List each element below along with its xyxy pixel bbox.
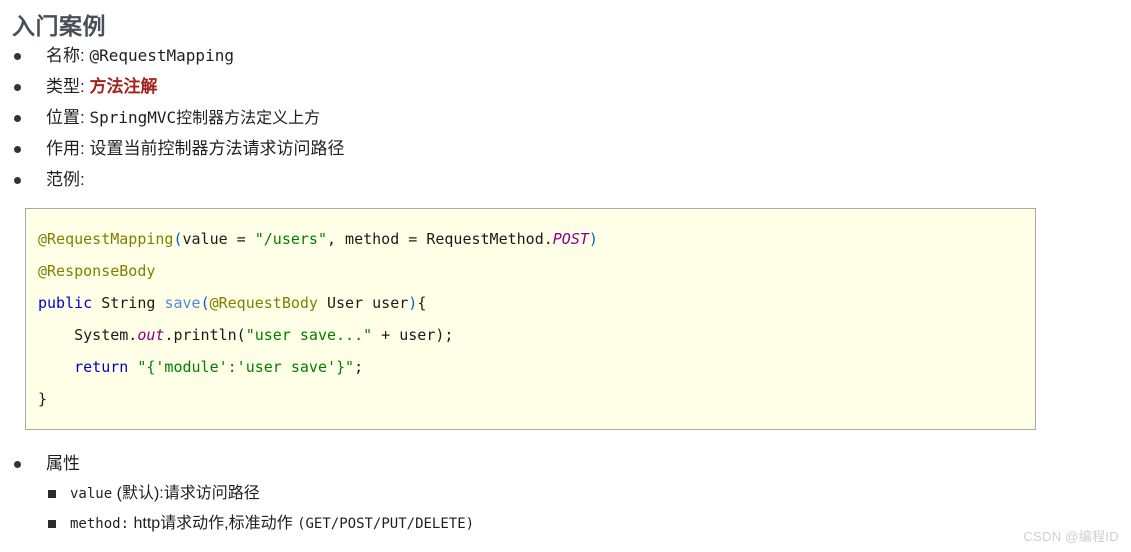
page-title: 入门案例 bbox=[12, 13, 106, 39]
list-item-example: 范例: bbox=[0, 164, 1131, 195]
code-token: "{'module':'user save'}" bbox=[137, 358, 355, 376]
code-token: "/users" bbox=[254, 230, 327, 248]
list-item-value: 设置当前控制器方法请求访问路径 bbox=[89, 139, 345, 158]
disc-bullet-icon bbox=[14, 84, 21, 91]
code-token: String bbox=[92, 294, 165, 312]
code-content[interactable]: @RequestMapping(value = "/users", method… bbox=[38, 223, 1023, 415]
disc-bullet-icon bbox=[14, 177, 21, 184]
square-bullet-icon bbox=[48, 490, 56, 498]
attributes-heading: 属性 bbox=[46, 454, 80, 473]
list-item-value: SpringMVC控制器方法定义上方 bbox=[89, 108, 321, 127]
main-bullet-list: 名称: @RequestMapping 类型: 方法注解 位置: SpringM… bbox=[0, 40, 1131, 195]
list-item-attributes: 属性 bbox=[0, 448, 1131, 479]
list-item-attr-method: method: http请求动作,标准动作 (GET/POST/PUT/DELE… bbox=[0, 509, 1131, 539]
code-block: @RequestMapping(value = "/users", method… bbox=[25, 208, 1036, 430]
disc-bullet-icon bbox=[14, 146, 21, 153]
list-item-label: 位置: bbox=[46, 108, 85, 127]
code-token: "user save..." bbox=[245, 326, 373, 344]
code-token: } bbox=[38, 390, 48, 408]
code-token: @ResponseBody bbox=[38, 262, 156, 280]
code-token: .println( bbox=[164, 326, 246, 344]
code-token: ( bbox=[200, 294, 210, 312]
code-token: ; bbox=[354, 358, 364, 376]
list-item-name: 名称: @RequestMapping bbox=[0, 40, 1131, 71]
code-token: @RequestMapping bbox=[38, 230, 174, 248]
code-token: value = bbox=[182, 230, 255, 248]
disc-bullet-icon bbox=[14, 461, 21, 468]
code-token: + user); bbox=[372, 326, 454, 344]
code-token: User user bbox=[317, 294, 409, 312]
attr-name: value bbox=[70, 486, 113, 502]
code-token: POST bbox=[552, 230, 589, 248]
list-item-type: 类型: 方法注解 bbox=[0, 71, 1131, 102]
code-token: return bbox=[74, 358, 129, 376]
attr-description: (默认):请求访问路径 bbox=[116, 485, 260, 502]
list-item-label: 名称: bbox=[46, 46, 85, 65]
attr-name: method: bbox=[70, 516, 130, 532]
code-token: ( bbox=[173, 230, 183, 248]
code-token: save bbox=[164, 294, 201, 312]
attr-description: http请求动作,标准动作 bbox=[133, 515, 293, 532]
list-item-purpose: 作用: 设置当前控制器方法请求访问路径 bbox=[0, 133, 1131, 164]
list-item-attr-value: value (默认):请求访问路径 bbox=[0, 479, 1131, 509]
code-token: public bbox=[38, 294, 93, 312]
list-item-label: 作用: bbox=[46, 139, 85, 158]
code-token: @RequestBody bbox=[209, 294, 318, 312]
code-token: { bbox=[417, 294, 427, 312]
document-page: 入门案例 名称: @RequestMapping 类型: 方法注解 位置: Sp… bbox=[0, 0, 1131, 552]
attributes-section: 属性 value (默认):请求访问路径 method: http请求动作,标准… bbox=[0, 448, 1131, 539]
attributes-sub-list: value (默认):请求访问路径 method: http请求动作,标准动作 … bbox=[0, 479, 1131, 539]
code-token: , method = RequestMethod. bbox=[327, 230, 553, 248]
disc-bullet-icon bbox=[14, 53, 21, 60]
code-token: ) bbox=[408, 294, 418, 312]
code-token: System. bbox=[38, 326, 138, 344]
square-bullet-icon bbox=[48, 520, 56, 528]
list-item-value-highlighted: 方法注解 bbox=[89, 77, 158, 96]
list-item-position: 位置: SpringMVC控制器方法定义上方 bbox=[0, 102, 1131, 133]
disc-bullet-icon bbox=[14, 115, 21, 122]
code-token: ) bbox=[588, 230, 598, 248]
list-item-label: 范例: bbox=[46, 170, 85, 189]
attributes-bullet-list: 属性 bbox=[0, 448, 1131, 479]
watermark: CSDN @编程ID bbox=[1023, 529, 1119, 544]
attr-allowed-values: (GET/POST/PUT/DELETE) bbox=[297, 516, 475, 532]
list-item-label: 类型: bbox=[46, 77, 85, 96]
list-item-value: @RequestMapping bbox=[89, 46, 234, 65]
code-token: out bbox=[137, 326, 165, 344]
